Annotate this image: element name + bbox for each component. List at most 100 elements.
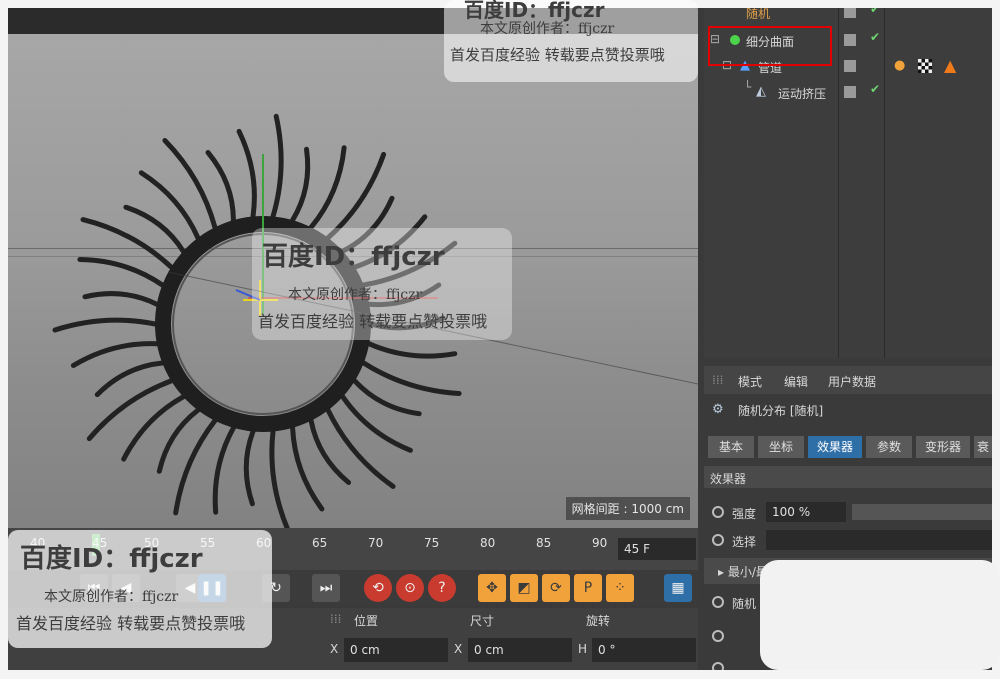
scale-key-button[interactable]: ◩ xyxy=(510,574,538,602)
selection-field[interactable] xyxy=(766,530,992,550)
tab-parameters[interactable]: 参数 xyxy=(866,436,912,458)
tab-basic[interactable]: 基本 xyxy=(708,436,754,458)
watermark-center: 百度ID：ffjczr 本文原创作者：ffjczr 首发百度经验 转载要点赞投票… xyxy=(252,228,512,340)
animate-radio[interactable] xyxy=(712,506,724,518)
watermark-id: 百度ID：ffjczr xyxy=(262,242,445,272)
heading-label: H xyxy=(578,642,588,656)
highlight-rectangle xyxy=(708,26,832,66)
strength-label: 强度 xyxy=(732,507,757,521)
watermark-top: 百度ID：ffjczr 本文原创作者：ffjczr 首发百度经验 转载要点赞投票… xyxy=(444,0,698,82)
sun-ray xyxy=(70,341,160,368)
sun-ray xyxy=(77,257,165,288)
effector-section-header: 效果器 xyxy=(704,466,992,488)
random-effector-icon: ⚙ xyxy=(712,402,724,417)
object-name: 运动挤压 xyxy=(778,87,827,101)
grip-icon: ⁞⁞⁞ xyxy=(712,373,724,387)
watermark-id: 百度ID：ffjczr xyxy=(20,544,203,574)
sun-ray xyxy=(308,145,347,230)
current-frame-input[interactable]: 45 F xyxy=(618,538,696,560)
size-x-input[interactable]: 0 cm xyxy=(468,638,572,662)
sun-ray xyxy=(243,429,256,507)
tab-coordinates[interactable]: 坐标 xyxy=(758,436,804,458)
timeline-tick: 85 xyxy=(536,536,552,550)
sun-ray xyxy=(269,429,290,528)
sun-ray xyxy=(52,317,158,333)
sun-ray xyxy=(340,394,413,453)
timeline-tick: 75 xyxy=(424,536,440,550)
timeline-tick: 70 xyxy=(368,536,384,550)
enabled-check-icon[interactable]: ✔ xyxy=(870,8,880,16)
watermark-author: 本文原创作者：ffjczr xyxy=(480,21,615,37)
param-key-button[interactable]: P xyxy=(574,574,602,602)
grid-spacing-label: 网格间距 : 1000 cm xyxy=(565,497,690,520)
texture-tag-icon[interactable] xyxy=(918,59,932,73)
sun-ray xyxy=(366,341,458,359)
selection-row: 选择 xyxy=(704,528,992,554)
strength-input[interactable]: 100 % xyxy=(766,502,846,522)
visibility-icon[interactable] xyxy=(844,8,856,18)
point-level-button[interactable]: ⁘ xyxy=(606,574,634,602)
phong-tag-icon[interactable]: ▲ xyxy=(944,56,956,75)
random-label: 随机 xyxy=(732,597,757,611)
watermark-slogan: 首发百度经验 转载要点赞投票哦 xyxy=(258,312,488,331)
size-header: 尺寸 xyxy=(470,614,495,628)
sun-ray xyxy=(236,128,257,219)
object-name: 随机 xyxy=(746,8,771,21)
rotation-header: 旋转 xyxy=(586,614,611,628)
watermark-author: 本文原创作者：ffjczr xyxy=(44,589,179,605)
visibility-icon[interactable] xyxy=(844,60,856,72)
attribute-menubar: ⁞⁞⁞ 模式 编辑 用户数据 xyxy=(704,366,992,394)
visibility-icon[interactable] xyxy=(844,86,856,98)
timeline-tick: 90 xyxy=(592,536,608,550)
tree-branch-icon: └ xyxy=(744,80,752,94)
sun-ray xyxy=(82,291,160,307)
goto-end-button[interactable]: ⏭ xyxy=(312,574,340,602)
grip-icon: ⁞⁞⁞ xyxy=(330,612,342,626)
menu-edit[interactable]: 编辑 xyxy=(784,373,808,390)
move-key-button[interactable]: ✥ xyxy=(478,574,506,602)
animate-radio[interactable] xyxy=(712,630,724,642)
rotate-key-button[interactable]: ⟳ xyxy=(542,574,570,602)
rotation-h-input[interactable]: 0 ° xyxy=(592,638,696,662)
menu-mode[interactable]: 模式 xyxy=(738,373,762,390)
sun-ray xyxy=(270,113,284,219)
visibility-icon[interactable] xyxy=(844,34,856,46)
sun-ray xyxy=(173,418,218,516)
auto-key-button[interactable]: ⊙ xyxy=(396,574,424,602)
strength-row: 强度 100 % xyxy=(704,500,992,526)
keyframe-help-button[interactable]: ? xyxy=(428,574,456,602)
sun-ray xyxy=(361,360,462,396)
sun-ray xyxy=(290,146,311,223)
record-keys-button[interactable]: ⟲ xyxy=(364,574,392,602)
tab-falloff[interactable]: 衰 xyxy=(974,436,992,458)
watermark-slogan: 首发百度经验 转载要点赞投票哦 xyxy=(450,46,665,64)
tab-deformer[interactable]: 变形器 xyxy=(916,436,970,458)
animate-radio[interactable] xyxy=(712,596,724,608)
object-row-random[interactable]: 随机 ✔ xyxy=(704,8,992,26)
position-x-input[interactable]: 0 cm xyxy=(344,638,448,662)
animate-radio[interactable] xyxy=(712,662,724,670)
object-row-sweep[interactable]: └ ◭ 运动挤压 ✔ xyxy=(704,80,992,106)
material-tag-icon[interactable]: ● xyxy=(894,58,905,73)
selection-label: 选择 xyxy=(732,535,757,549)
obscured-region xyxy=(760,560,1000,670)
menu-user-data[interactable]: 用户数据 xyxy=(828,373,876,390)
sun-ray xyxy=(121,394,186,462)
size-x-label: X xyxy=(454,642,463,656)
watermark-slogan: 首发百度经验 转载要点赞投票哦 xyxy=(16,614,246,633)
watermark-author: 本文原创作者：ffjczr xyxy=(288,287,423,303)
sun-ray xyxy=(138,170,201,241)
timeline-tick: 65 xyxy=(312,536,328,550)
x-label: X xyxy=(330,642,339,656)
filmstrip-icon[interactable]: ▦ xyxy=(664,574,692,602)
enabled-check-icon[interactable]: ✔ xyxy=(870,82,880,96)
strength-slider[interactable] xyxy=(852,504,992,520)
animate-radio[interactable] xyxy=(712,534,724,546)
enabled-check-icon[interactable]: ✔ xyxy=(870,30,880,44)
object-title-row: ⚙ 随机分布 [随机] xyxy=(704,396,992,422)
sun-ray xyxy=(212,425,236,515)
sweep-icon: ◭ xyxy=(756,84,766,99)
position-header: 位置 xyxy=(354,614,379,628)
tab-effector[interactable]: 效果器 xyxy=(808,436,862,458)
watermark-bottom-left: 百度ID：ffjczr 本文原创作者：ffjczr 首发百度经验 转载要点赞投票… xyxy=(8,530,272,648)
